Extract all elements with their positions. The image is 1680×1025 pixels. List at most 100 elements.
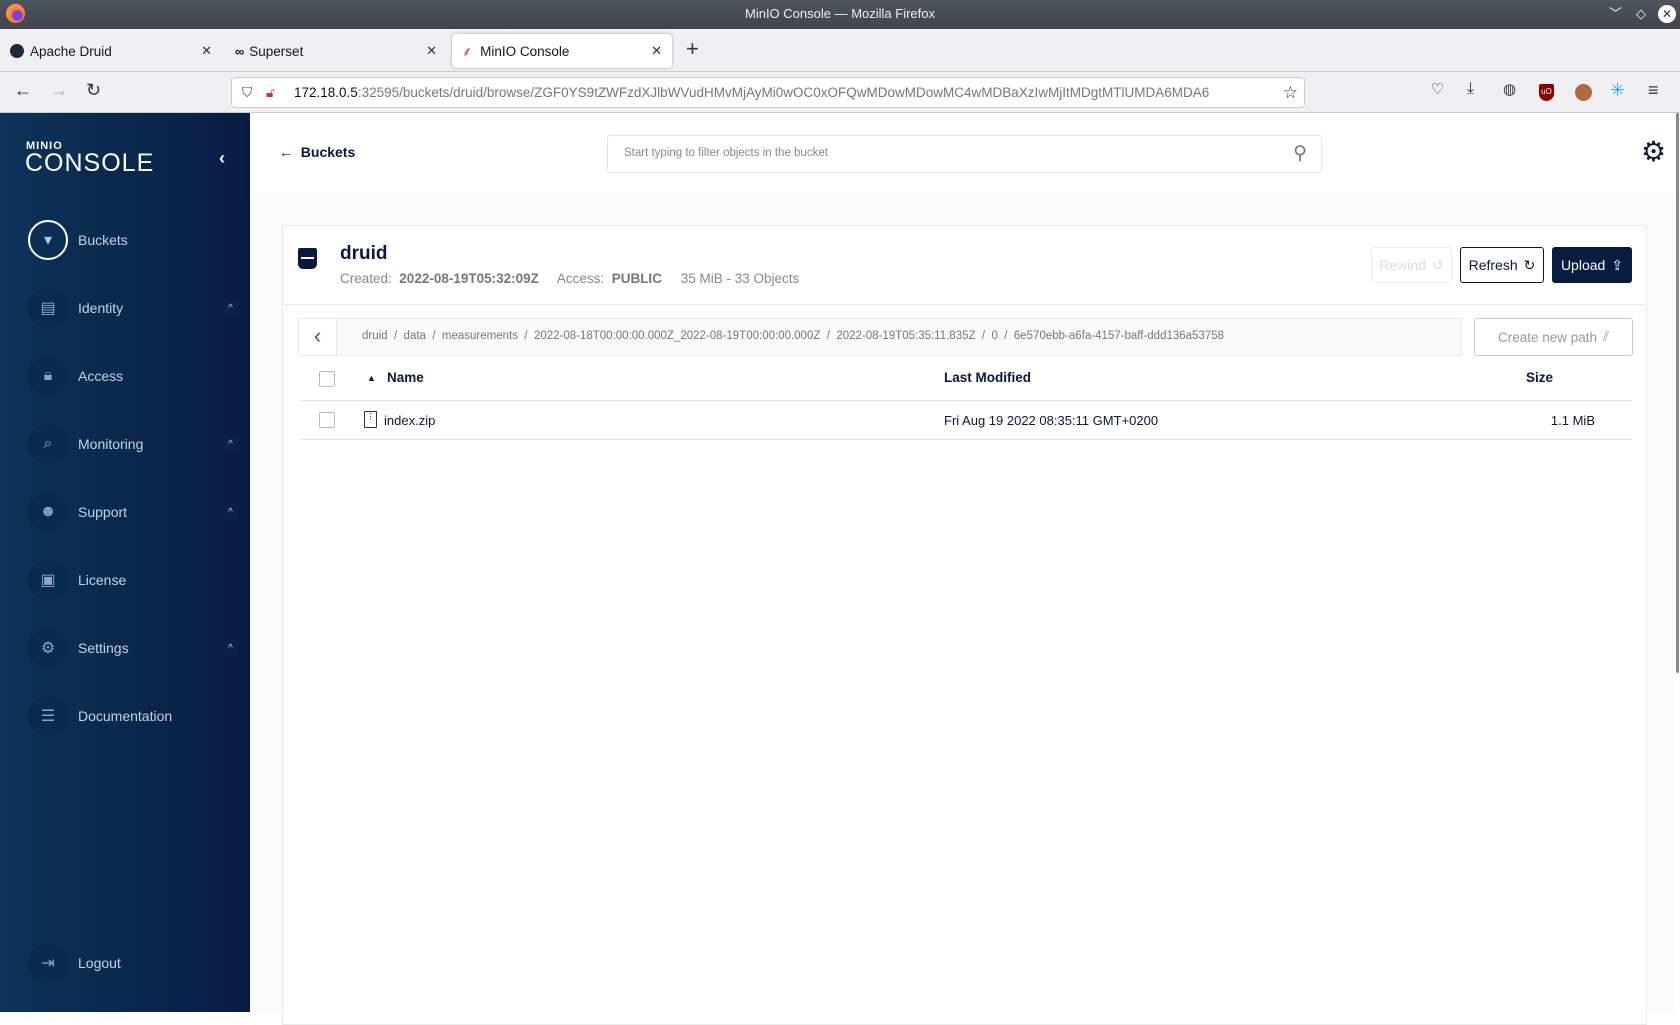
sidebar-item-label: Identity: [78, 300, 124, 316]
tab-minio-console[interactable]: ⸙ MinIO Console ✕: [452, 34, 672, 68]
sidebar-item-license[interactable]: ▣ License: [28, 558, 238, 602]
sort-ascending-icon[interactable]: ▲: [367, 373, 376, 383]
sidebar-item-access[interactable]: 🔒︎ Access: [28, 354, 238, 398]
create-path-label: Create new path: [1497, 329, 1598, 345]
breadcrumb-path[interactable]: druid / data / measurements / 2022-08-18…: [362, 330, 1224, 342]
download-icon[interactable]: ⤓: [1467, 80, 1474, 98]
sidebar-item-label: Logout: [78, 955, 121, 971]
sidebar-item-label: Support: [78, 504, 128, 520]
bucket-info: Created: 2022-08-19T05:32:09Z Access: PU…: [340, 271, 799, 286]
chevron-up-icon[interactable]: ^: [223, 300, 238, 316]
pocket-icon[interactable]: ♡: [1431, 80, 1444, 98]
select-all-checkbox[interactable]: [319, 371, 335, 387]
extension-icon[interactable]: ◍: [1503, 80, 1516, 98]
row-checkbox[interactable]: [319, 412, 335, 428]
url-bar[interactable]: ⛉ 🔓︎ 172.18.0.5:32595/buckets/druid/brow…: [231, 77, 1305, 108]
page-header: ← Buckets Start typing to filter objects…: [250, 113, 1680, 193]
upload-button[interactable]: Upload ⇪: [1552, 247, 1632, 283]
sidebar-item-settings[interactable]: ⚙ Settings ^: [28, 626, 238, 670]
bucket-icon: [298, 248, 317, 269]
back-label: Buckets: [300, 144, 356, 160]
close-tab-icon[interactable]: ✕: [201, 43, 212, 59]
sidebar-item-support[interactable]: ☻ Support ^: [28, 490, 238, 534]
sidebar-item-label: Monitoring: [78, 436, 144, 452]
rewind-label: Rewind: [1379, 257, 1426, 273]
reload-icon[interactable]: ↻: [86, 80, 101, 101]
settings-gear-icon[interactable]: ⚙: [1641, 135, 1666, 168]
window-titlebar: MinIO Console — Mozilla Firefox ﹀ ◇ ✕: [0, 0, 1680, 29]
close-tab-icon[interactable]: ✕: [426, 43, 437, 59]
lock-icon: 🔒︎: [28, 356, 68, 396]
created-label: Created:: [340, 271, 392, 286]
bucket-name: druid: [340, 243, 388, 264]
access-value: PUBLIC: [611, 271, 662, 286]
column-header-last-modified[interactable]: Last Modified: [944, 370, 1031, 385]
forward-icon[interactable]: →: [50, 80, 68, 101]
new-tab-button[interactable]: +: [686, 36, 699, 62]
column-header-name[interactable]: Name: [387, 370, 424, 385]
minimize-icon[interactable]: ﹀: [1609, 0, 1622, 28]
sidebar-item-identity[interactable]: ▤ Identity ^: [28, 286, 238, 330]
tab-label: Superset: [249, 43, 304, 59]
sidebar: MINIO CONSOLE ‹ ▾ Buckets ▤ Identity ^ 🔒︎ Ac…: [0, 113, 250, 1012]
tab-bar: Apache Druid ✕ ∞ Superset ✕ ⸙ MinIO Consol…: [0, 29, 1680, 72]
created-value: 2022-08-19T05:32:09Z: [399, 271, 539, 286]
chevron-up-icon[interactable]: ^: [223, 504, 238, 520]
search-placeholder: Start typing to filter objects in the bu…: [624, 147, 828, 159]
ublock-icon[interactable]: uO: [1539, 84, 1554, 101]
search-icon: ⚲: [1293, 143, 1307, 164]
divider: [283, 304, 1646, 305]
maximize-icon[interactable]: ◇: [1636, 0, 1646, 28]
column-header-size[interactable]: Size: [1526, 370, 1553, 385]
tab-apache-druid[interactable]: Apache Druid ✕: [0, 34, 222, 68]
rewind-icon: ↺: [1431, 256, 1444, 273]
license-icon: ▣: [28, 560, 68, 600]
sidebar-item-buckets[interactable]: ▾ Buckets: [28, 218, 238, 262]
file-size: 1.1 MiB: [1550, 413, 1595, 428]
bucket-icon: ▾: [28, 220, 68, 260]
sidebar-item-logout[interactable]: ⇥ Logout: [28, 941, 238, 985]
sidebar-item-documentation[interactable]: ☰ Documentation: [28, 694, 238, 738]
back-icon[interactable]: ←: [14, 80, 32, 101]
bookmark-star-icon[interactable]: ☆: [1278, 78, 1298, 107]
access-label: Access:: [556, 271, 605, 286]
chevron-up-icon[interactable]: ^: [223, 640, 238, 656]
close-tab-icon[interactable]: ✕: [651, 43, 662, 59]
breadcrumb: ‹ druid / data / measurements / 2022-08-…: [298, 318, 1462, 356]
new-path-icon: ⫽: [1603, 329, 1610, 344]
back-to-buckets-link[interactable]: ← Buckets: [279, 144, 355, 160]
sidebar-item-label: License: [78, 572, 127, 588]
refresh-button[interactable]: Refresh ↻: [1460, 247, 1544, 283]
chevron-up-icon[interactable]: ^: [223, 436, 238, 452]
bucket-usage: 35 MiB - 33 Objects: [680, 271, 800, 286]
rewind-button[interactable]: Rewind ↺: [1371, 247, 1452, 283]
insecure-lock-icon: 🔓︎: [266, 85, 275, 100]
cookie-icon[interactable]: [1575, 84, 1592, 101]
collapse-sidebar-icon[interactable]: ‹: [219, 148, 225, 169]
sidebar-item-monitoring[interactable]: ⌕ Monitoring ^: [28, 422, 238, 466]
close-window-icon[interactable]: ✕: [1658, 5, 1676, 23]
tab-superset[interactable]: ∞ Superset ✕: [225, 34, 447, 68]
file-name[interactable]: index.zip: [384, 413, 435, 428]
menu-icon[interactable]: ≡: [1648, 80, 1659, 101]
upload-icon: ⇪: [1611, 256, 1624, 273]
logout-icon: ⇥: [28, 943, 68, 983]
sidebar-item-label: Access: [78, 368, 124, 384]
tab-label: Apache Druid: [30, 43, 112, 59]
scrollbar[interactable]: [1676, 113, 1679, 673]
extension-star-icon[interactable]: ✳: [1610, 80, 1625, 101]
create-new-path-button[interactable]: Create new path ⫽: [1474, 318, 1633, 356]
object-filter-input[interactable]: Start typing to filter objects in the bu…: [607, 135, 1322, 173]
table-row[interactable]: ⋮ index.zip Fri Aug 19 2022 08:35:11 GMT…: [300, 401, 1632, 440]
file-last-modified: Fri Aug 19 2022 08:35:11 GMT+0200: [944, 413, 1159, 428]
superset-favicon-icon: ∞: [235, 43, 245, 59]
sidebar-item-label: Documentation: [78, 708, 173, 724]
refresh-label: Refresh: [1468, 257, 1518, 273]
sidebar-item-label: Buckets: [78, 232, 128, 248]
upload-label: Upload: [1560, 257, 1606, 273]
url-path: :32595/buckets/druid/browse/ZGF0YS9tZWFz…: [357, 85, 1210, 100]
firefox-logo-icon: [6, 4, 25, 23]
zip-file-icon: ⋮: [364, 411, 377, 428]
shield-icon: ⛉: [242, 85, 253, 100]
breadcrumb-back-icon[interactable]: ‹: [299, 319, 337, 355]
